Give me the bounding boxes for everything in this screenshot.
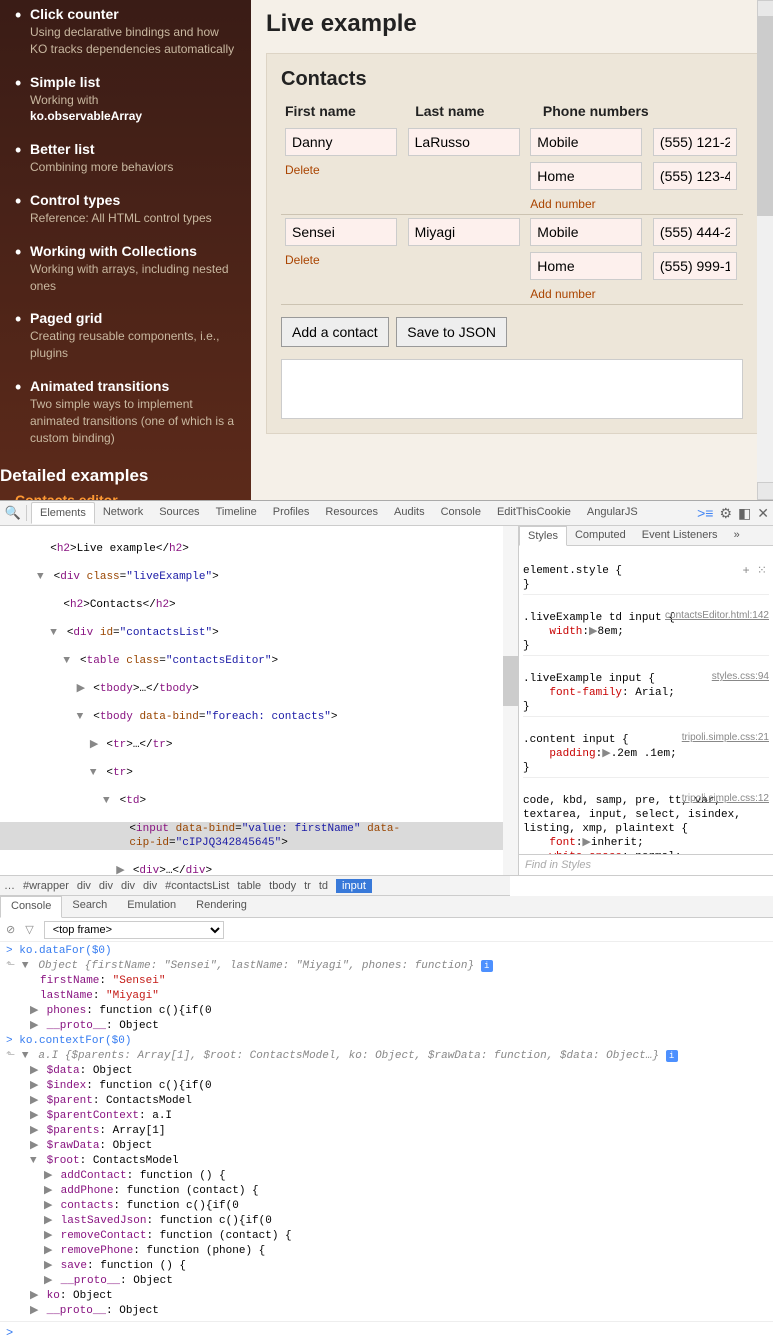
find-in-styles[interactable]: Find in Styles: [519, 854, 773, 875]
devtools-tab-angularjs[interactable]: AngularJS: [579, 502, 646, 524]
breadcrumb-item[interactable]: tbody: [269, 880, 296, 892]
phone-type-input[interactable]: [530, 252, 642, 280]
console-toolbar: ⊘ ▽ <top frame>: [0, 918, 773, 942]
sidebar-item[interactable]: Paged gridCreating reusable components, …: [30, 304, 236, 372]
first-name-input[interactable]: [285, 218, 397, 246]
source-link[interactable]: styles.css:94: [712, 670, 769, 684]
devtools-tab-network[interactable]: Network: [95, 502, 151, 524]
breadcrumb-item[interactable]: table: [237, 880, 261, 892]
contacts-heading: Contacts: [281, 68, 743, 91]
sidebar-item[interactable]: Animated transitionsTwo simple ways to i…: [30, 372, 236, 456]
phone-number-input[interactable]: [653, 162, 737, 190]
sidebar-section-header: Detailed examples: [0, 466, 236, 486]
elements-tree[interactable]: <h2>Live example</h2> ▼ <div class="live…: [0, 526, 518, 875]
styles-tab-styles[interactable]: Styles: [519, 526, 567, 546]
first-name-input[interactable]: [285, 128, 397, 156]
contacts-panel: Contacts First name Last name Phone numb…: [266, 53, 758, 434]
source-link[interactable]: contactsEditor.html:142: [665, 609, 769, 623]
phone-number-input[interactable]: [653, 218, 737, 246]
devtools-tab-elements[interactable]: Elements: [31, 502, 95, 524]
breadcrumb-item[interactable]: td: [319, 880, 328, 892]
context-selector[interactable]: <top frame>: [44, 921, 224, 939]
header-last-name: Last name: [411, 99, 539, 125]
phone-type-input[interactable]: [530, 128, 642, 156]
sidebar: Click counterUsing declarative bindings …: [0, 0, 251, 500]
phone-number-input[interactable]: [653, 252, 737, 280]
devtools-tab-console[interactable]: Console: [433, 502, 489, 524]
breadcrumb-item[interactable]: div: [99, 880, 113, 892]
styles-tab-more[interactable]: »: [726, 526, 748, 545]
devtools-tab-resources[interactable]: Resources: [317, 502, 386, 524]
devtools-tab-profiles[interactable]: Profiles: [265, 502, 318, 524]
header-first-name: First name: [281, 99, 411, 125]
filter-icon[interactable]: ▽: [25, 923, 33, 936]
search-icon[interactable]: 🔍: [4, 505, 22, 521]
breadcrumb-item[interactable]: div: [121, 880, 135, 892]
content-area: Live example Contacts First name Last na…: [251, 0, 773, 500]
source-link[interactable]: tripoli.simple.css:12: [682, 792, 769, 806]
breadcrumb-item[interactable]: …: [4, 880, 15, 892]
clear-console-icon[interactable]: ⊘: [6, 923, 15, 936]
breadcrumb-item[interactable]: #contactsList: [165, 880, 229, 892]
add-number-link[interactable]: Add number: [530, 287, 595, 301]
add-number-link[interactable]: Add number: [530, 197, 595, 211]
styles-tab-event-listeners[interactable]: Event Listeners: [634, 526, 726, 545]
styles-tab-computed[interactable]: Computed: [567, 526, 634, 545]
breadcrumb-item[interactable]: div: [77, 880, 91, 892]
devtools-tab-audits[interactable]: Audits: [386, 502, 433, 524]
sidebar-item[interactable]: Click counterUsing declarative bindings …: [30, 0, 236, 68]
save-json-button[interactable]: Save to JSON: [396, 317, 507, 347]
sidebar-active-item[interactable]: Contacts editor: [15, 492, 236, 500]
delete-link[interactable]: Delete: [285, 253, 320, 267]
json-output-textarea[interactable]: [281, 359, 743, 419]
rule-selector[interactable]: .liveExample td input {: [523, 612, 675, 624]
console-toggle-icon[interactable]: >≡: [697, 505, 713, 521]
contacts-table: First name Last name Phone numbers: [281, 99, 743, 125]
close-icon[interactable]: ✕: [757, 505, 769, 522]
last-name-input[interactable]: [408, 218, 520, 246]
tree-scrollbar[interactable]: [503, 526, 518, 875]
rule-element-style[interactable]: element.style {: [523, 565, 622, 577]
page-scrollbar[interactable]: [757, 0, 773, 500]
devtools-tab-editthiscookie[interactable]: EditThisCookie: [489, 502, 579, 524]
drawer-tab-rendering[interactable]: Rendering: [186, 896, 257, 917]
breadcrumb-item[interactable]: tr: [304, 880, 311, 892]
drawer-tab-emulation[interactable]: Emulation: [117, 896, 186, 917]
breadcrumb-item[interactable]: div: [143, 880, 157, 892]
styles-panel: StylesComputedEvent Listeners» + ⁙elemen…: [518, 526, 773, 875]
sidebar-item[interactable]: Better listCombining more behaviors: [30, 135, 236, 186]
dock-icon[interactable]: ◧: [738, 505, 751, 522]
gear-icon[interactable]: ⚙: [719, 505, 732, 522]
devtools-panel: 🔍 ElementsNetworkSourcesTimelineProfiles…: [0, 500, 773, 1326]
table-row: Delete: [281, 215, 743, 249]
sidebar-item[interactable]: Control typesReference: All HTML control…: [30, 186, 236, 237]
phone-type-input[interactable]: [530, 218, 642, 246]
breadcrumb-item[interactable]: input: [336, 879, 372, 893]
drawer-tab-search[interactable]: Search: [62, 896, 117, 917]
devtools-tab-timeline[interactable]: Timeline: [208, 502, 265, 524]
add-contact-button[interactable]: Add a contact: [281, 317, 389, 347]
sidebar-item[interactable]: Simple listWorking with ko.observableArr…: [30, 68, 236, 136]
sidebar-item[interactable]: Working with CollectionsWorking with arr…: [30, 237, 236, 305]
delete-link[interactable]: Delete: [285, 163, 320, 177]
rule-selector[interactable]: .content input {: [523, 734, 629, 746]
drawer-tabs: ConsoleSearchEmulationRendering: [0, 896, 773, 918]
elements-breadcrumb: …#wrapperdivdivdivdiv#contactsListtablet…: [0, 876, 510, 896]
source-link[interactable]: tripoli.simple.css:21: [682, 731, 769, 745]
phone-number-input[interactable]: [653, 128, 737, 156]
breadcrumb-item[interactable]: #wrapper: [23, 880, 69, 892]
rule-selector[interactable]: .liveExample input {: [523, 673, 655, 685]
header-phone: Phone numbers: [539, 99, 724, 125]
devtools-tab-sources[interactable]: Sources: [151, 502, 207, 524]
console-prompt[interactable]: >: [0, 1321, 773, 1344]
table-row: Delete: [281, 125, 743, 159]
page-title: Live example: [266, 10, 758, 38]
last-name-input[interactable]: [408, 128, 520, 156]
phone-type-input[interactable]: [530, 162, 642, 190]
drawer-tab-console[interactable]: Console: [0, 896, 62, 918]
console-output[interactable]: > ko.dataFor($0)⬑ ▼ Object {firstName: "…: [0, 942, 773, 1321]
devtools-toolbar: 🔍 ElementsNetworkSourcesTimelineProfiles…: [0, 501, 773, 526]
